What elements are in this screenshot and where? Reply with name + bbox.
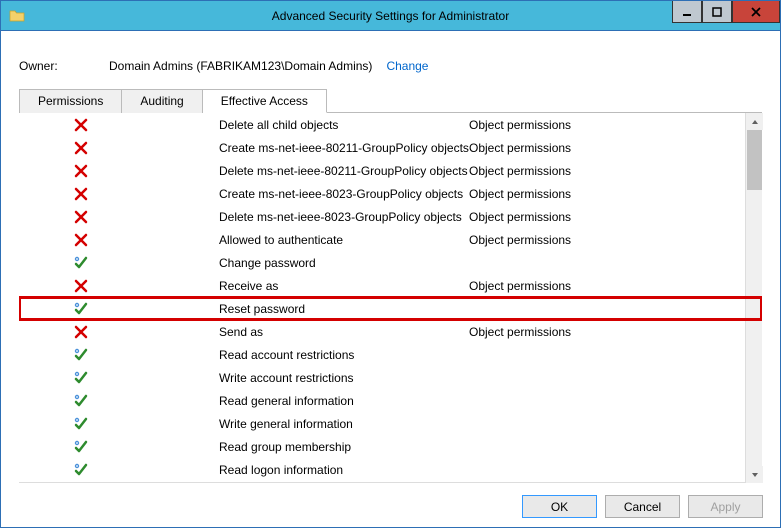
allow-icon	[73, 347, 89, 363]
deny-icon	[73, 232, 89, 248]
close-button[interactable]	[732, 1, 780, 23]
permission-name: Create ms-net-ieee-80211-GroupPolicy obj…	[219, 141, 469, 155]
permission-name: Read general information	[219, 394, 469, 408]
deny-icon	[73, 324, 89, 340]
scroll-up-button[interactable]	[746, 113, 763, 130]
permission-name: Read logon information	[219, 463, 469, 477]
permission-row[interactable]: Read general information	[19, 389, 762, 412]
scroll-down-button[interactable]	[746, 466, 763, 483]
permission-name: Create ms-net-ieee-8023-GroupPolicy obje…	[219, 187, 469, 201]
permission-name: Write account restrictions	[219, 371, 469, 385]
permission-row[interactable]: Read logon information	[19, 458, 762, 481]
permission-row[interactable]: Change password	[19, 251, 762, 274]
deny-icon	[73, 117, 89, 133]
permission-row[interactable]: Allowed to authenticateObject permission…	[19, 228, 762, 251]
cancel-button[interactable]: Cancel	[605, 495, 680, 518]
permission-name: Change password	[219, 256, 469, 270]
permission-row[interactable]: Write account restrictions	[19, 366, 762, 389]
allow-icon	[73, 370, 89, 386]
folder-icon	[9, 8, 25, 24]
permission-row[interactable]: Read account restrictions	[19, 343, 762, 366]
permission-name: Read account restrictions	[219, 348, 469, 362]
dialog-content: Owner: Domain Admins (FABRIKAM123\Domain…	[1, 31, 780, 483]
permission-access-limited-by: Object permissions	[469, 233, 762, 247]
window-controls	[672, 1, 780, 23]
apply-button: Apply	[688, 495, 763, 518]
permission-name: Allowed to authenticate	[219, 233, 469, 247]
maximize-button[interactable]	[702, 1, 732, 23]
permission-name: Reset password	[219, 302, 469, 316]
minimize-button[interactable]	[672, 1, 702, 23]
allow-icon	[73, 301, 89, 317]
permission-row[interactable]: Write general information	[19, 412, 762, 435]
tab-strip: PermissionsAuditingEffective Access	[19, 89, 762, 113]
permission-row[interactable]: Receive asObject permissions	[19, 274, 762, 297]
owner-row: Owner: Domain Admins (FABRIKAM123\Domain…	[19, 59, 762, 73]
permission-access-limited-by: Object permissions	[469, 164, 762, 178]
permission-name: Receive as	[219, 279, 469, 293]
allow-icon	[73, 255, 89, 271]
permission-name: Delete all child objects	[219, 118, 469, 132]
permission-access-limited-by: Object permissions	[469, 187, 762, 201]
allow-icon	[73, 439, 89, 455]
tab-permissions[interactable]: Permissions	[19, 89, 122, 113]
permission-row[interactable]: Create ms-net-ieee-80211-GroupPolicy obj…	[19, 136, 762, 159]
permission-name: Send as	[219, 325, 469, 339]
permission-access-limited-by: Object permissions	[469, 118, 762, 132]
permission-access-limited-by: Object permissions	[469, 279, 762, 293]
tab-auditing[interactable]: Auditing	[122, 89, 202, 113]
allow-icon	[73, 462, 89, 478]
deny-icon	[73, 163, 89, 179]
permission-name: Read group membership	[219, 440, 469, 454]
permission-access-limited-by: Object permissions	[469, 210, 762, 224]
permission-row[interactable]: Read group membership	[19, 435, 762, 458]
permission-name: Delete ms-net-ieee-8023-GroupPolicy obje…	[219, 210, 469, 224]
allow-icon	[73, 393, 89, 409]
allow-icon	[73, 416, 89, 432]
scrollbar-thumb[interactable]	[747, 130, 762, 190]
deny-icon	[73, 278, 89, 294]
permission-row[interactable]: Delete all child objectsObject permissio…	[19, 113, 762, 136]
deny-icon	[73, 186, 89, 202]
permission-row[interactable]: Reset password	[19, 297, 762, 320]
permission-name: Delete ms-net-ieee-80211-GroupPolicy obj…	[219, 164, 469, 178]
permission-name: Write general information	[219, 417, 469, 431]
owner-label: Owner:	[19, 59, 109, 73]
permissions-list: Delete all child objectsObject permissio…	[19, 113, 762, 483]
permission-access-limited-by: Object permissions	[469, 141, 762, 155]
owner-change-link[interactable]: Change	[386, 59, 428, 73]
permissions-list-container: Delete all child objectsObject permissio…	[19, 113, 762, 483]
permission-row[interactable]: Delete ms-net-ieee-8023-GroupPolicy obje…	[19, 205, 762, 228]
dialog-button-bar: OK Cancel Apply	[522, 495, 763, 518]
window-title: Advanced Security Settings for Administr…	[1, 9, 780, 23]
tab-effective-access[interactable]: Effective Access	[203, 89, 327, 113]
deny-icon	[73, 209, 89, 225]
permission-row[interactable]: Send asObject permissions	[19, 320, 762, 343]
ok-button[interactable]: OK	[522, 495, 597, 518]
titlebar: Advanced Security Settings for Administr…	[1, 1, 780, 31]
permission-row[interactable]: Create ms-net-ieee-8023-GroupPolicy obje…	[19, 182, 762, 205]
permission-access-limited-by: Object permissions	[469, 325, 762, 339]
deny-icon	[73, 140, 89, 156]
owner-value: Domain Admins (FABRIKAM123\Domain Admins…	[109, 59, 372, 73]
permission-row[interactable]: Delete ms-net-ieee-80211-GroupPolicy obj…	[19, 159, 762, 182]
